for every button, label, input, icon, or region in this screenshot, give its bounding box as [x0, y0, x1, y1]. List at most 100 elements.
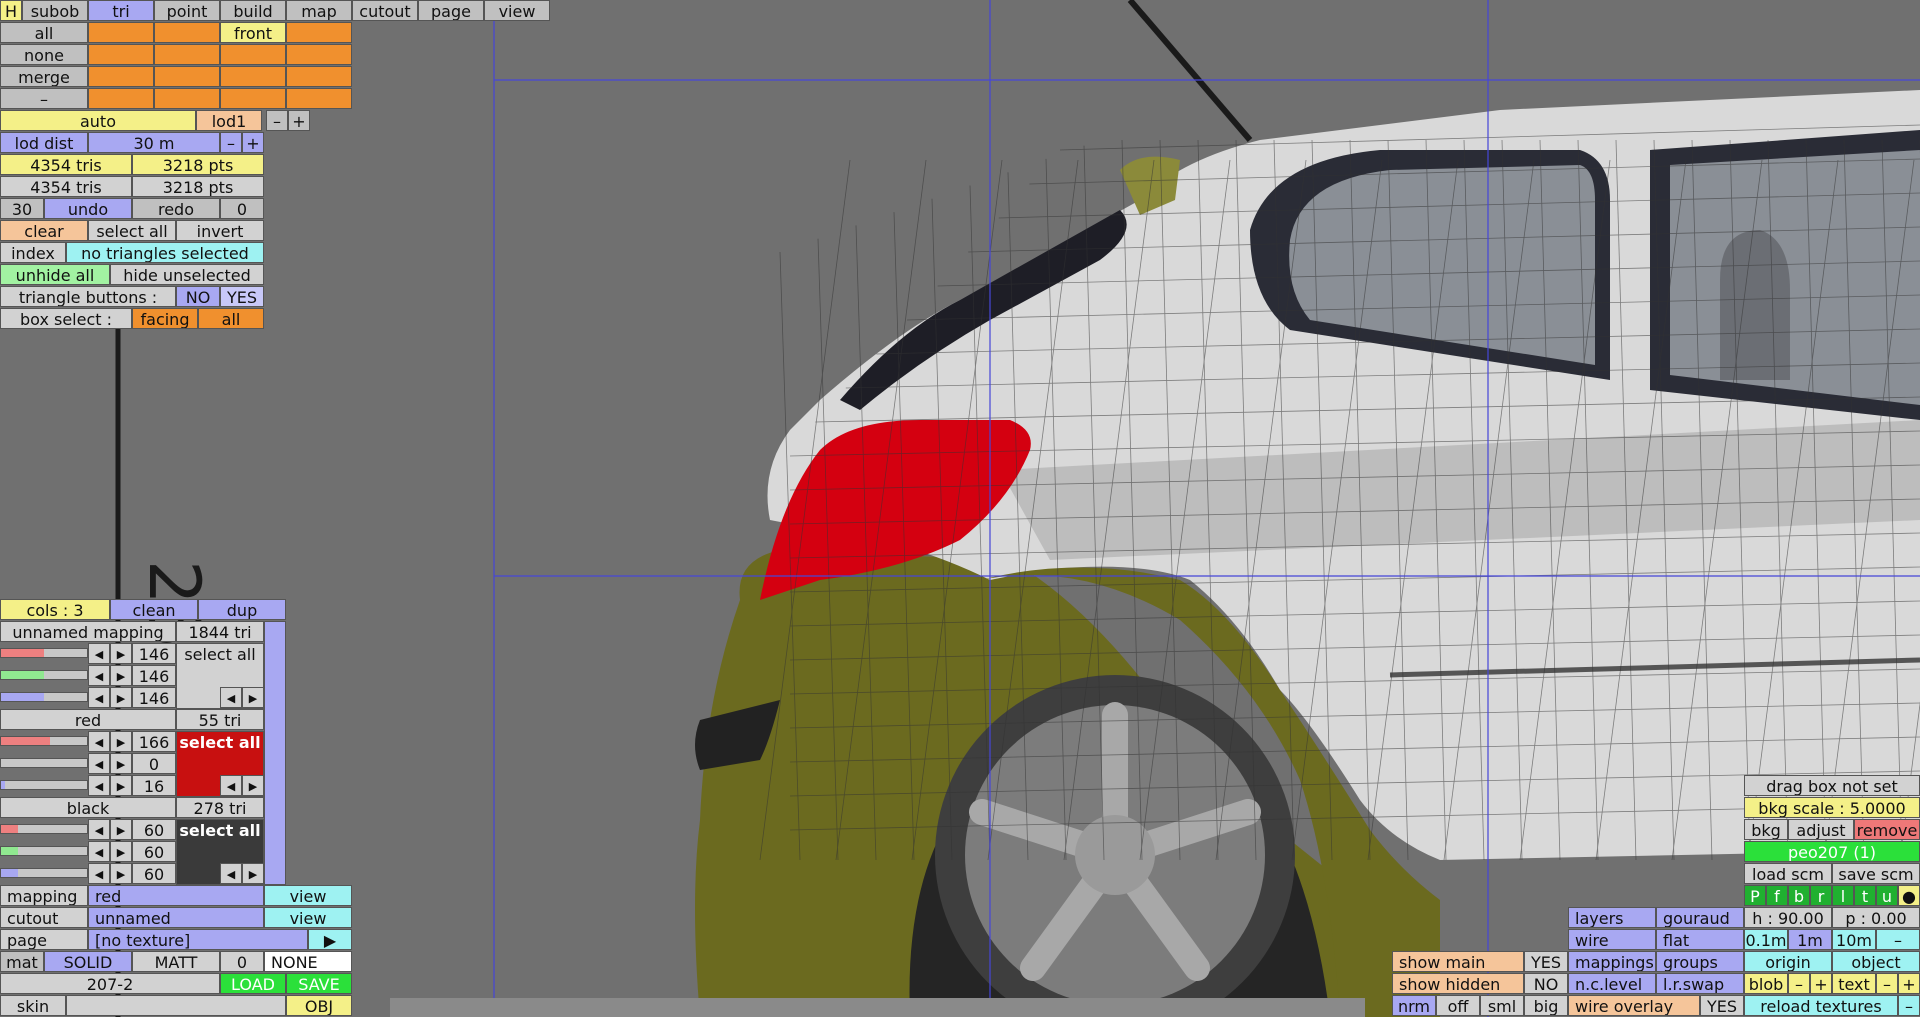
arrow-right-icon[interactable]: ▶: [242, 863, 264, 884]
arrow-left-icon[interactable]: ◀: [220, 863, 242, 884]
arrow-left-icon[interactable]: ◀: [88, 643, 110, 664]
arrow-left-icon[interactable]: ◀: [88, 753, 110, 774]
unhide-all-button[interactable]: unhide all: [0, 264, 110, 285]
group-cell[interactable]: [286, 66, 352, 87]
reload-minus[interactable]: –: [1898, 995, 1920, 1016]
color-slider-g[interactable]: [0, 846, 88, 856]
arrow-right-icon[interactable]: ▶: [110, 841, 132, 862]
select-all-button[interactable]: all: [0, 22, 88, 43]
select-none-button[interactable]: none: [0, 44, 88, 65]
nc-level-button[interactable]: n.c.level: [1568, 973, 1656, 994]
group-cell[interactable]: [286, 44, 352, 65]
color-slider-g[interactable]: [0, 670, 88, 680]
menu-view[interactable]: view: [484, 0, 550, 21]
view-button-l[interactable]: l: [1832, 885, 1854, 906]
gouraud-button[interactable]: gouraud: [1656, 907, 1744, 928]
arrow-right-icon[interactable]: ▶: [110, 775, 132, 796]
mat-matt-button[interactable]: MATT: [132, 951, 220, 972]
arrow-left-icon[interactable]: ◀: [88, 841, 110, 862]
arrow-right-icon[interactable]: ▶: [242, 687, 264, 708]
big-button[interactable]: big: [1524, 995, 1568, 1016]
arrow-left-icon[interactable]: ◀: [88, 863, 110, 884]
color-slider-b[interactable]: [0, 692, 88, 702]
arrow-right-icon[interactable]: ▶: [242, 775, 264, 796]
group-cell[interactable]: [88, 22, 154, 43]
color-slider-b[interactable]: [0, 780, 88, 790]
mapping-scrollbar[interactable]: [264, 621, 286, 885]
blob-button[interactable]: blob: [1744, 973, 1788, 994]
view-button-P[interactable]: P: [1744, 885, 1766, 906]
arrow-left-icon[interactable]: ◀: [88, 731, 110, 752]
flat-button[interactable]: flat: [1656, 929, 1744, 950]
mat-none-field[interactable]: NONE: [264, 951, 352, 972]
step-0-1m[interactable]: 0.1m: [1744, 929, 1788, 950]
save-button[interactable]: SAVE: [286, 973, 352, 994]
arrow-right-icon[interactable]: ▶: [110, 731, 132, 752]
lod-dist-plus[interactable]: +: [242, 132, 264, 153]
sml-button[interactable]: sml: [1480, 995, 1524, 1016]
step-1m[interactable]: 1m: [1788, 929, 1832, 950]
merge-button[interactable]: merge: [0, 66, 88, 87]
cutout-value[interactable]: unnamed: [88, 907, 264, 928]
dup-button[interactable]: dup: [198, 599, 286, 620]
lod-plus-button[interactable]: +: [288, 110, 310, 131]
view-button-f[interactable]: f: [1766, 885, 1788, 906]
groups-button[interactable]: groups: [1656, 951, 1744, 972]
mapping-value[interactable]: red: [88, 885, 264, 906]
mapping-name[interactable]: red: [0, 709, 176, 730]
triangle-buttons-yes[interactable]: YES: [220, 286, 264, 307]
origin-button[interactable]: origin: [1744, 951, 1832, 972]
group-cell[interactable]: [220, 66, 286, 87]
wire-button[interactable]: wire: [1568, 929, 1656, 950]
bkg-remove-button[interactable]: remove: [1854, 819, 1920, 840]
cutout-view-button[interactable]: view: [264, 907, 352, 928]
menu-point[interactable]: point: [154, 0, 220, 21]
group-cell[interactable]: [220, 88, 286, 109]
arrow-left-icon[interactable]: ◀: [88, 665, 110, 686]
viewport[interactable]: 25: [0, 0, 1920, 1017]
select-all-tris-button[interactable]: select all: [88, 220, 176, 241]
menu-tri[interactable]: tri: [88, 0, 154, 21]
menu-page[interactable]: page: [418, 0, 484, 21]
horizontal-scrollbar[interactable]: [390, 998, 1365, 1017]
menu-map[interactable]: map: [286, 0, 352, 21]
menu-cutout[interactable]: cutout: [352, 0, 418, 21]
view-button-r[interactable]: r: [1810, 885, 1832, 906]
arrow-left-icon[interactable]: ◀: [88, 687, 110, 708]
step-10m[interactable]: 10m: [1832, 929, 1876, 950]
clean-button[interactable]: clean: [110, 599, 198, 620]
view-button-u[interactable]: u: [1876, 885, 1898, 906]
lod1-button[interactable]: lod1: [196, 110, 262, 131]
group-cell[interactable]: [220, 44, 286, 65]
color-slider-g[interactable]: [0, 758, 88, 768]
clear-button[interactable]: clear: [0, 220, 88, 241]
arrow-left-icon[interactable]: ◀: [220, 687, 242, 708]
show-hidden-toggle[interactable]: NO: [1524, 973, 1568, 994]
arrow-right-icon[interactable]: ▶: [110, 753, 132, 774]
arrow-right-icon[interactable]: ▶: [110, 819, 132, 840]
save-scm-button[interactable]: save scm: [1832, 863, 1920, 884]
lr-swap-button[interactable]: l.r.swap: [1656, 973, 1744, 994]
mapping-view-button[interactable]: view: [264, 885, 352, 906]
layers-button[interactable]: layers: [1568, 907, 1656, 928]
box-select-facing[interactable]: facing: [132, 308, 198, 329]
arrow-left-icon[interactable]: ◀: [88, 819, 110, 840]
group-cell[interactable]: [88, 44, 154, 65]
load-button[interactable]: LOAD: [220, 973, 286, 994]
arrow-right-icon[interactable]: ▶: [110, 665, 132, 686]
show-main-toggle[interactable]: YES: [1524, 951, 1568, 972]
bkg-adjust-button[interactable]: adjust: [1788, 819, 1854, 840]
group-cell[interactable]: [88, 66, 154, 87]
text-button[interactable]: text: [1832, 973, 1876, 994]
menu-subob[interactable]: subob: [22, 0, 88, 21]
group-cell[interactable]: [154, 44, 220, 65]
mapping-name[interactable]: unnamed mapping: [0, 621, 176, 642]
view-button-b[interactable]: b: [1788, 885, 1810, 906]
invert-button[interactable]: invert: [176, 220, 264, 241]
redo-button[interactable]: redo: [132, 198, 220, 219]
text-plus[interactable]: +: [1898, 973, 1920, 994]
arrow-right-icon[interactable]: ▶: [110, 863, 132, 884]
group-cell[interactable]: [286, 88, 352, 109]
group-cell[interactable]: [154, 88, 220, 109]
text-minus[interactable]: –: [1876, 973, 1898, 994]
